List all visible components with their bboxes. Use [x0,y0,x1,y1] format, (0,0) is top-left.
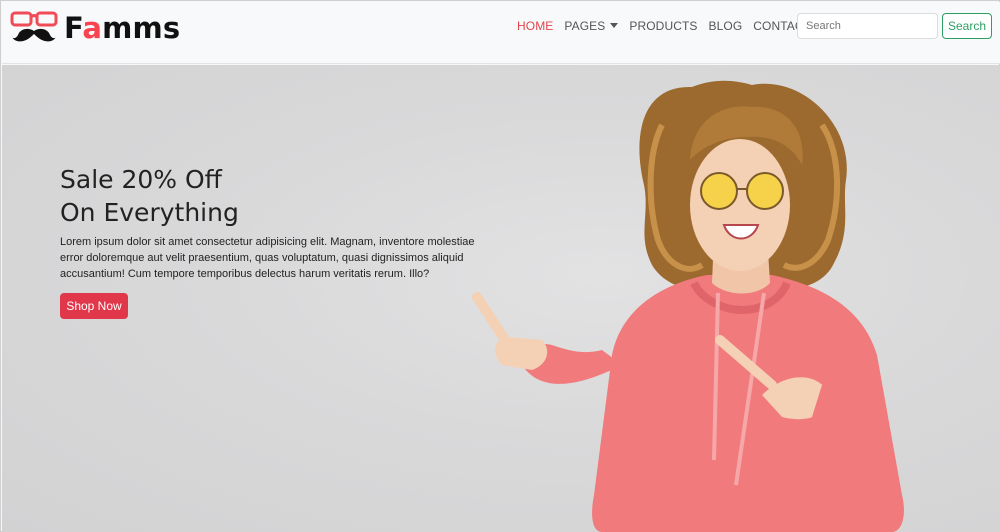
main-nav: HOME PAGES PRODUCTS BLOG CONTACT [517,14,840,38]
browser-window: Famms HOME PAGES PRODUCTS BLOG CONTACT S… [0,0,1000,532]
brand-name: Famms [64,11,181,45]
hero-description: Lorem ipsum dolor sit amet consectetur a… [60,236,475,280]
hero-title-line1: Sale 20% Off [60,165,222,194]
hero-banner: Sale 20% Off On Everything Lorem ipsum d… [2,65,1000,532]
hero-title-line2: On Everything [60,198,239,227]
hero-model-image [472,80,904,532]
nav-pages[interactable]: PAGES [564,19,619,33]
glasses-mustache-logo-icon [10,9,62,47]
nav-home[interactable]: HOME [517,19,553,33]
hero-title: Sale 20% Off On Everything [60,163,420,229]
shop-now-button[interactable]: Shop Now [60,293,128,319]
search-input[interactable] [797,13,938,39]
search-button[interactable]: Search [942,13,992,39]
nav-products[interactable]: PRODUCTS [629,19,697,33]
nav-blog[interactable]: BLOG [709,19,743,33]
navbar: Famms HOME PAGES PRODUCTS BLOG CONTACT S… [2,2,1000,64]
nav-pages-label: PAGES [564,19,606,33]
chevron-down-icon [610,23,619,28]
brand-logo-link[interactable]: Famms [10,8,190,48]
